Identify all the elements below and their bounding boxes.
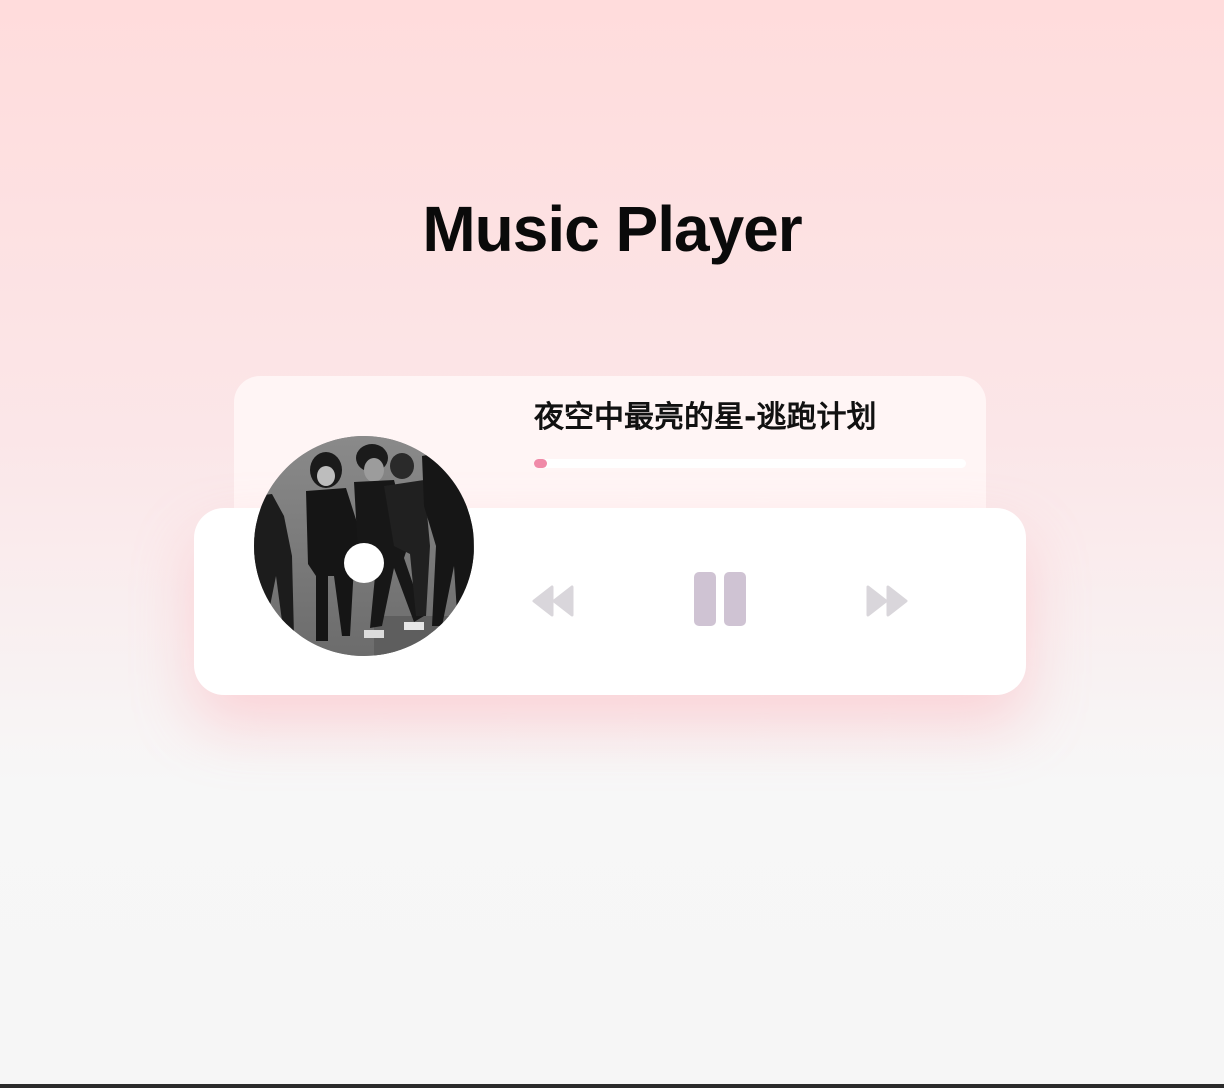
song-title: 夜空中最亮的星-逃跑计划 [534,400,877,435]
album-art-disc [254,436,474,656]
page-title: Music Player [422,193,802,265]
rewind-icon[interactable] [532,585,576,617]
bottom-border [0,1084,1224,1088]
pause-icon[interactable] [692,572,748,628]
progress-bar[interactable] [534,459,966,468]
disc-center-hole [344,543,384,583]
fast-forward-icon[interactable] [864,585,908,617]
progress-fill [534,459,547,468]
